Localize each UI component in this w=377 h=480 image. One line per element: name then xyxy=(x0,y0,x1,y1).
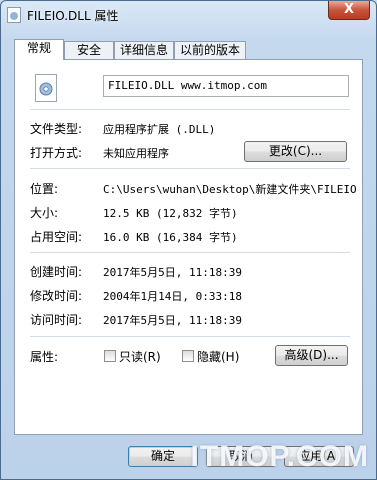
title-bar[interactable]: FILEIO.DLL 属性 X xyxy=(1,1,376,29)
size-on-disk-label: 占用空间: xyxy=(30,230,83,244)
file-name-field[interactable]: FILEIO.DLL www.itmop.com xyxy=(103,75,349,97)
divider xyxy=(30,252,350,253)
created-label: 创建时间: xyxy=(30,265,83,279)
properties-window: FILEIO.DLL 属性 X 常规 安全 详细信息 以前的版本 FILEIO.… xyxy=(0,0,377,480)
hidden-label[interactable]: 隐藏(H) xyxy=(197,348,239,365)
created-value: 2017年5月5日, 11:18:39 xyxy=(103,266,242,279)
tab-details[interactable]: 详细信息 xyxy=(114,41,174,59)
general-panel: FILEIO.DLL www.itmop.com 文件类型: 应用程序扩展 (.… xyxy=(14,59,363,435)
advanced-button[interactable]: 高级(D)... xyxy=(275,345,348,366)
size-value: 12.5 KB (12,832 字节) xyxy=(103,207,238,220)
file-type-label: 文件类型: xyxy=(30,122,83,136)
accessed-label: 访问时间: xyxy=(30,313,83,327)
location-label: 位置: xyxy=(30,182,59,196)
divider xyxy=(30,109,350,110)
tab-security[interactable]: 安全 xyxy=(64,41,114,59)
ok-button[interactable]: 确定 xyxy=(128,446,198,467)
readonly-checkbox[interactable] xyxy=(104,350,116,362)
watermark-logo: ITMOP.COM xyxy=(190,440,369,473)
attributes-label: 属性: xyxy=(30,350,59,364)
size-on-disk-value: 16.0 KB (16,384 字节) xyxy=(103,231,238,244)
close-button[interactable]: X xyxy=(328,1,370,20)
divider xyxy=(30,168,350,169)
size-label: 大小: xyxy=(30,206,59,220)
file-type-value: 应用程序扩展 (.DLL) xyxy=(103,123,216,136)
change-button[interactable]: 更改(C)... xyxy=(244,141,347,162)
open-with-value: 未知应用程序 xyxy=(103,147,169,160)
hidden-checkbox[interactable] xyxy=(182,350,194,362)
accessed-value: 2017年5月5日, 11:18:39 xyxy=(103,314,242,327)
tab-general[interactable]: 常规 xyxy=(14,39,64,60)
dll-file-icon xyxy=(35,74,57,102)
modified-value: 2004年1月14日, 0:33:18 xyxy=(103,290,242,303)
location-value: C:\Users\wuhan\Desktop\新建文件夹\FILEIO xyxy=(103,183,357,196)
divider xyxy=(30,336,350,337)
tab-previous-versions[interactable]: 以前的版本 xyxy=(174,41,246,59)
modified-label: 修改时间: xyxy=(30,289,83,303)
readonly-label[interactable]: 只读(R) xyxy=(119,348,161,365)
window-title: FILEIO.DLL 属性 xyxy=(27,9,119,23)
file-icon xyxy=(7,7,21,23)
open-with-label: 打开方式: xyxy=(30,146,83,160)
